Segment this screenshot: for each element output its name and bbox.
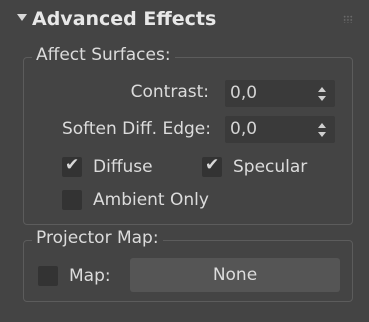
map-button-label: None xyxy=(212,265,258,285)
rollout-title: Advanced Effects xyxy=(32,8,217,30)
drag-grip-icon[interactable] xyxy=(343,15,353,23)
checkmark-icon: ✔ xyxy=(205,155,220,175)
contrast-value[interactable]: 0,0 xyxy=(230,83,257,103)
affect-surfaces-label: Affect Surfaces: xyxy=(32,45,175,65)
soften-diff-edge-label: Soften Diff. Edge: xyxy=(61,119,211,139)
soften-diff-edge-value[interactable]: 0,0 xyxy=(230,119,257,139)
specular-checkbox[interactable]: ✔ xyxy=(202,155,222,177)
projector-map-label: Projector Map: xyxy=(32,228,163,248)
checkmark-icon: ✔ xyxy=(65,155,80,175)
rollout-header[interactable]: Advanced Effects xyxy=(5,2,359,36)
spinner-arrows-icon[interactable] xyxy=(318,123,326,137)
ambient-only-checkbox[interactable] xyxy=(62,190,82,210)
diffuse-checkbox[interactable]: ✔ xyxy=(62,155,82,177)
spinner-arrows-icon[interactable] xyxy=(318,87,326,101)
map-label[interactable]: Map: xyxy=(69,266,111,286)
contrast-spinner[interactable]: 0,0 xyxy=(225,80,335,107)
diffuse-label[interactable]: Diffuse xyxy=(93,157,153,177)
projector-map-button[interactable]: None xyxy=(130,258,340,292)
ambient-only-label[interactable]: Ambient Only xyxy=(93,190,209,210)
map-checkbox[interactable] xyxy=(38,266,58,286)
collapse-triangle-icon[interactable] xyxy=(17,14,27,21)
specular-label[interactable]: Specular xyxy=(233,157,307,177)
soften-diff-edge-spinner[interactable]: 0,0 xyxy=(225,116,335,143)
contrast-label: Contrast: xyxy=(130,82,209,102)
